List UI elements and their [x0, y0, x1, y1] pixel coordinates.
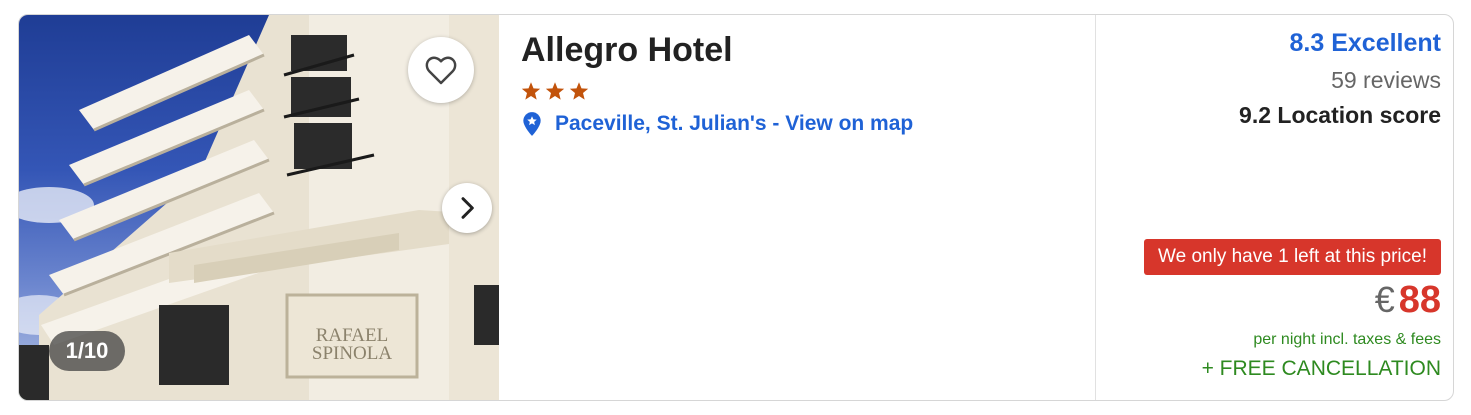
price-panel: 8.3 Excellent 59 reviews 9.2 Location sc…: [1095, 15, 1453, 400]
location-link[interactable]: Paceville, St. Julian's - View on map: [521, 111, 913, 137]
price-note: per night incl. taxes & fees: [1253, 331, 1441, 348]
favorite-button[interactable]: [408, 37, 474, 103]
hotel-name[interactable]: Allegro Hotel: [521, 31, 733, 70]
hotel-info: Allegro Hotel Paceville, St. Julian's - …: [499, 15, 1095, 400]
hotel-photo[interactable]: RAFAEL SPINOLA 1/10: [19, 15, 499, 400]
map-pin-icon: [523, 112, 541, 136]
chevron-right-icon: [461, 197, 474, 219]
location-text[interactable]: Paceville, St. Julian's - View on map: [555, 112, 913, 136]
star-icon: [569, 82, 589, 100]
star-icon: [545, 82, 565, 100]
hotel-card[interactable]: RAFAEL SPINOLA 1/10 Allegro Hotel Pacevi…: [18, 14, 1454, 401]
price-amount: 88: [1398, 279, 1441, 321]
rating-score[interactable]: 8.3 Excellent: [1290, 29, 1441, 58]
heart-outline-icon: [425, 56, 457, 85]
price[interactable]: € 88: [1375, 279, 1441, 322]
next-photo-button[interactable]: [442, 183, 492, 233]
sign-line-2: SPINOLA: [312, 343, 393, 364]
price-currency: €: [1374, 279, 1395, 320]
star-rating: [521, 81, 589, 101]
urgency-badge: We only have 1 left at this price!: [1144, 239, 1441, 275]
star-icon: [521, 82, 541, 100]
photo-counter: 1/10: [49, 331, 125, 371]
free-cancellation: + FREE CANCELLATION: [1201, 357, 1441, 380]
location-score: 9.2 Location score: [1239, 102, 1441, 128]
review-count: 59 reviews: [1331, 67, 1441, 93]
